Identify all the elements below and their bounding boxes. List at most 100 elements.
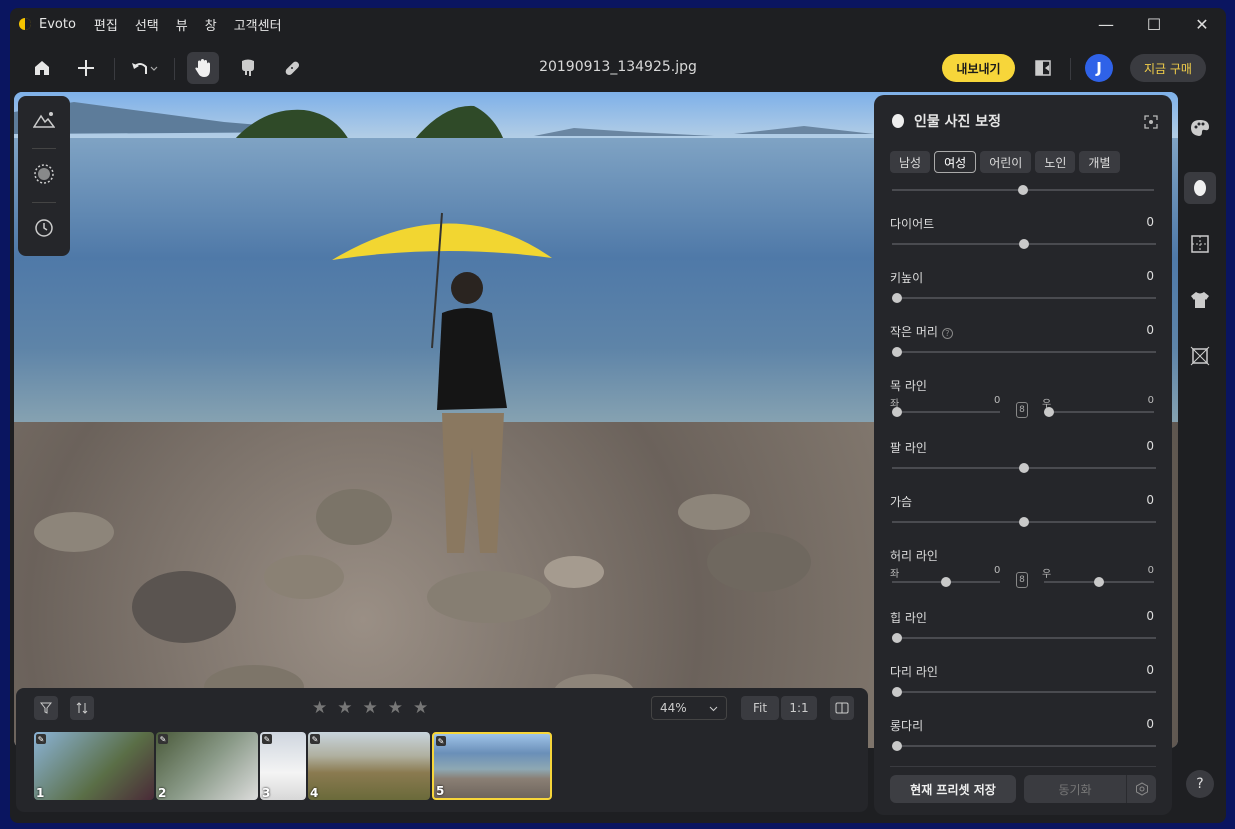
link-icon[interactable]: 8 xyxy=(1016,402,1028,418)
split-view-button[interactable] xyxy=(830,696,854,720)
star-icon[interactable]: ★ xyxy=(388,698,403,718)
save-preset-button[interactable]: 현재 프리셋 저장 xyxy=(890,775,1016,803)
background-tool-button[interactable] xyxy=(1184,228,1216,260)
close-button[interactable]: ✕ xyxy=(1178,8,1226,40)
slider-knob[interactable] xyxy=(892,633,902,643)
photo-person xyxy=(332,212,552,553)
slider-track[interactable] xyxy=(892,633,1156,643)
minimize-button[interactable]: — xyxy=(1082,8,1130,40)
star-icon[interactable]: ★ xyxy=(312,698,327,718)
left-slider-track[interactable] xyxy=(892,577,1000,587)
maximize-button[interactable]: ☐ xyxy=(1130,8,1178,40)
evoto-logo-icon xyxy=(19,18,31,30)
thumbnail-number: 2 xyxy=(158,786,167,800)
star-icon[interactable]: ★ xyxy=(413,698,428,718)
sync-settings-button[interactable] xyxy=(1126,775,1156,803)
thumbnail[interactable]: ✎ 2 xyxy=(156,732,258,800)
slider-knob[interactable] xyxy=(1018,185,1028,195)
right-slider-track[interactable] xyxy=(1044,407,1154,417)
edited-pen-icon: ✎ xyxy=(310,734,320,744)
right-value: 0 xyxy=(1147,565,1154,576)
slider-knob[interactable] xyxy=(1019,463,1029,473)
palette-icon xyxy=(1191,120,1209,136)
menu-edit[interactable]: 편집 xyxy=(94,15,118,34)
slider-track[interactable] xyxy=(892,463,1156,473)
slider-knob[interactable] xyxy=(892,347,902,357)
slider-leg-line: 다리 라인 0 xyxy=(890,663,1156,697)
thumbnail[interactable]: ✎ 4 xyxy=(308,732,430,800)
color-tool-button[interactable] xyxy=(1184,112,1216,144)
left-tool-panel xyxy=(18,96,70,256)
one-to-one-button[interactable]: 1:1 xyxy=(781,696,817,720)
toolbar-divider xyxy=(1070,58,1071,80)
thumbnail-number: 5 xyxy=(436,784,445,798)
buy-now-button[interactable]: 지금 구매 xyxy=(1130,54,1206,82)
crop-icon xyxy=(1190,346,1210,366)
slider-label: 팔 라인 xyxy=(890,441,927,455)
menu-view[interactable]: 뷰 xyxy=(176,15,188,34)
slider-label: 허리 라인 xyxy=(890,549,938,563)
slider-track[interactable] xyxy=(892,741,1156,751)
edited-pen-icon: ✎ xyxy=(158,734,168,744)
slider-track[interactable] xyxy=(892,239,1156,249)
user-avatar[interactable]: J xyxy=(1085,54,1113,82)
slider-knob[interactable] xyxy=(892,407,902,417)
clothing-tool-button[interactable] xyxy=(1184,284,1216,316)
zoom-select[interactable]: 44% xyxy=(651,696,727,720)
star-icon[interactable]: ★ xyxy=(363,698,378,718)
hexagon-settings-icon xyxy=(1135,782,1148,796)
slider-track[interactable] xyxy=(892,687,1156,697)
slider-knob[interactable] xyxy=(941,577,951,587)
right-slider-track[interactable] xyxy=(1044,577,1154,587)
sort-button[interactable] xyxy=(70,696,94,720)
auto-adjust-button[interactable] xyxy=(28,104,60,136)
texture-button[interactable] xyxy=(28,158,60,190)
slider-knob[interactable] xyxy=(1044,407,1054,417)
portrait-tool-button[interactable] xyxy=(1184,172,1216,204)
texture-icon xyxy=(34,164,54,184)
edited-pen-icon: ✎ xyxy=(36,734,46,744)
tab-male[interactable]: 남성 xyxy=(890,151,931,173)
menu-window[interactable]: 창 xyxy=(205,15,217,34)
filter-icon xyxy=(40,702,52,714)
tab-individual[interactable]: 개별 xyxy=(1079,151,1120,173)
info-icon[interactable]: ? xyxy=(941,328,953,339)
slider-value: 0 xyxy=(1146,663,1154,677)
link-icon[interactable]: 8 xyxy=(1016,572,1028,588)
thumbnail-number: 1 xyxy=(36,786,45,800)
tab-child[interactable]: 어린이 xyxy=(980,151,1032,173)
slider-knob[interactable] xyxy=(892,741,902,751)
gender-tabs: 남성 여성 어린이 노인 개별 xyxy=(890,151,1120,173)
slider-track[interactable] xyxy=(892,347,1156,357)
star-icon[interactable]: ★ xyxy=(337,698,352,718)
slider-value: 0 xyxy=(1146,439,1154,453)
filter-button[interactable] xyxy=(34,696,58,720)
slider-track[interactable] xyxy=(892,293,1156,303)
edited-pen-icon: ✎ xyxy=(436,736,446,746)
tab-female[interactable]: 여성 xyxy=(934,151,977,173)
fit-button[interactable]: Fit xyxy=(741,696,779,720)
slider-track[interactable] xyxy=(892,517,1156,527)
menu-support[interactable]: 고객센터 xyxy=(234,15,282,34)
thumbnail[interactable]: ✎ 3 xyxy=(260,732,306,800)
compare-button[interactable] xyxy=(1028,52,1060,84)
left-label: 좌 xyxy=(890,569,900,580)
sync-button[interactable]: 동기화 xyxy=(1024,775,1126,803)
tool-divider xyxy=(32,148,56,149)
thumbnail[interactable]: ✎ 1 xyxy=(34,732,154,800)
slider-knob[interactable] xyxy=(1094,577,1104,587)
slider-knob[interactable] xyxy=(892,293,902,303)
help-button[interactable]: ? xyxy=(1186,770,1214,798)
right-value: 0 xyxy=(1147,395,1154,406)
export-button[interactable]: 내보내기 xyxy=(942,54,1015,82)
thumbnail-selected[interactable]: ✎ 5 xyxy=(432,732,552,800)
left-slider-track[interactable] xyxy=(892,407,1000,417)
crop-tool-button[interactable] xyxy=(1184,340,1216,372)
menu-select[interactable]: 선택 xyxy=(135,15,159,34)
fullscreen-icon[interactable] xyxy=(1144,115,1158,129)
slider-knob[interactable] xyxy=(1019,517,1029,527)
history-button[interactable] xyxy=(28,212,60,244)
slider-knob[interactable] xyxy=(1019,239,1029,249)
slider-knob[interactable] xyxy=(892,687,902,697)
tab-senior[interactable]: 노인 xyxy=(1035,151,1076,173)
